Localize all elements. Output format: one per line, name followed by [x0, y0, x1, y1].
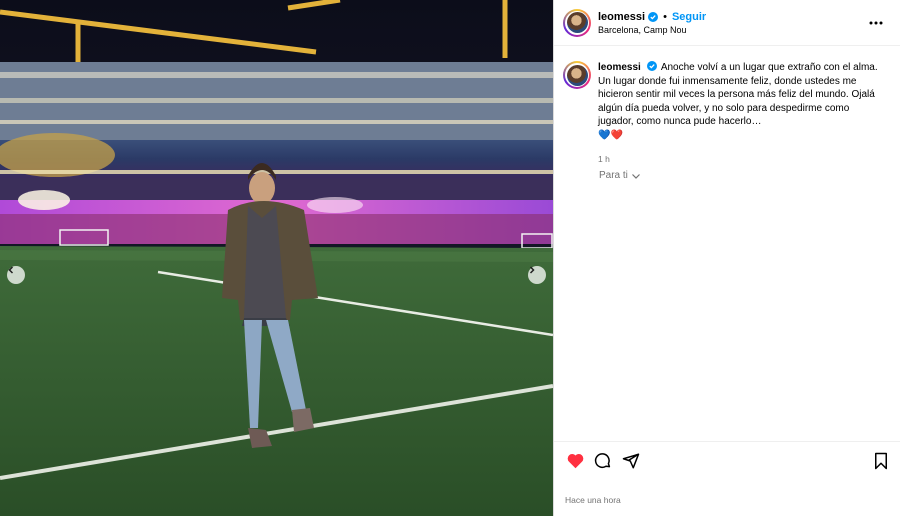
post-header: leomessi • Seguir Barcelona, Camp Nou [554, 0, 900, 46]
chevron-down-icon [631, 173, 640, 179]
previous-photo-button[interactable] [7, 266, 25, 284]
next-photo-button[interactable] [528, 266, 546, 284]
translate-toggle[interactable]: Para ti [599, 170, 641, 181]
caption-emojis: 💙❤️ [598, 129, 623, 141]
share-icon [622, 453, 640, 468]
action-bar [554, 441, 900, 479]
bookmark-icon [875, 452, 887, 469]
comment-button[interactable] [592, 450, 614, 472]
share-button[interactable] [620, 450, 642, 472]
more-options-icon [869, 21, 883, 24]
more-options-button[interactable] [866, 13, 886, 33]
like-button[interactable] [564, 450, 586, 472]
post-timestamp: Hace una hora [565, 495, 621, 505]
verified-badge-icon [648, 11, 659, 22]
caption-avatar[interactable] [563, 61, 591, 89]
post-details-panel: leomessi • Seguir Barcelona, Camp Nou le… [553, 0, 900, 516]
save-button[interactable] [870, 450, 892, 472]
caption-time: 1 h [598, 153, 610, 164]
chevron-left-icon [8, 266, 14, 274]
verified-badge-icon [646, 61, 657, 71]
stadium-photo [0, 0, 553, 516]
comment-icon [594, 452, 611, 468]
follow-button[interactable]: Seguir [672, 11, 706, 23]
post-photo[interactable] [0, 0, 553, 516]
heart-icon [567, 454, 583, 469]
location-link[interactable]: Barcelona, Camp Nou [598, 25, 866, 35]
header-username[interactable]: leomessi [598, 11, 645, 23]
chevron-right-icon [529, 266, 535, 274]
avatar[interactable] [563, 8, 591, 37]
translate-label: Para ti [599, 170, 628, 181]
post-viewer: leomessi • Seguir Barcelona, Camp Nou le… [0, 0, 900, 516]
separator-dot: • [663, 10, 667, 23]
caption-username[interactable]: leomessi [598, 62, 641, 73]
caption: leomessi Anoche volví a un lugar que ext… [554, 46, 900, 166]
